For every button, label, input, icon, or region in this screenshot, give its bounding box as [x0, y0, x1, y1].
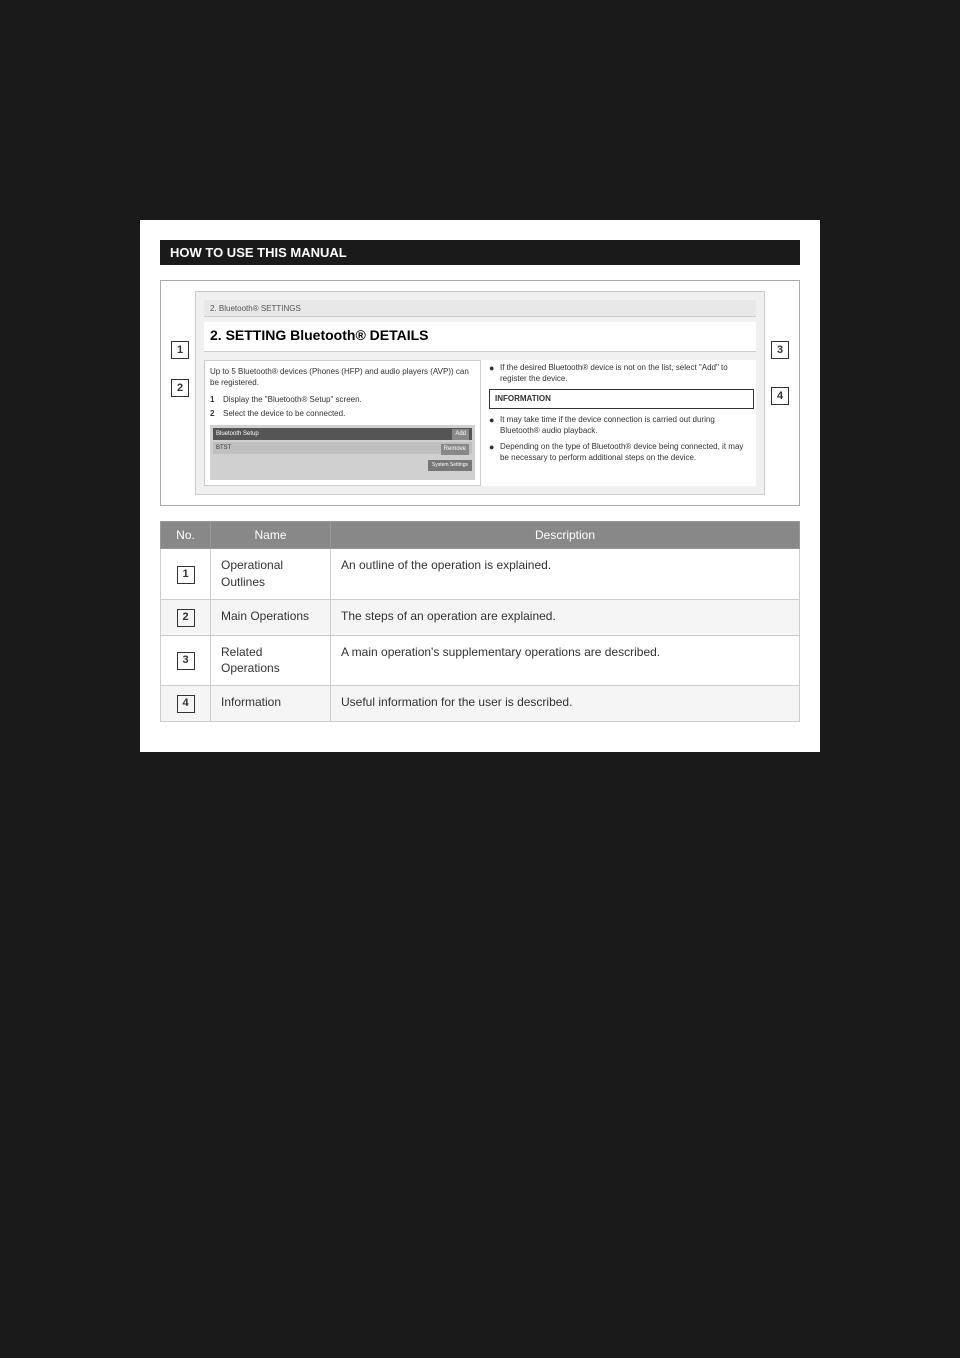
right-bullet-3: ● Depending on the type of Bluetooth® de…: [489, 441, 754, 463]
step-1-num: 1: [210, 394, 220, 406]
screenshot-left-panel: Up to 5 Bluetooth® devices (Phones (HFP)…: [204, 360, 481, 486]
row-2-no: 2: [161, 599, 211, 635]
screenshot-body: Up to 5 Bluetooth® devices (Phones (HFP)…: [204, 360, 756, 486]
row-2-description: The steps of an operation are explained.: [331, 599, 800, 635]
step-2-num: 2: [210, 408, 220, 420]
right-bullet-3-text: Depending on the type of Bluetooth® devi…: [500, 441, 754, 463]
callout-3: 3: [771, 341, 789, 359]
info-table: No. Name Description 1 Operational Outli…: [160, 521, 800, 722]
row-1-description: An outline of the operation is explained…: [331, 549, 800, 600]
callout-2: 2: [171, 379, 189, 397]
number-box-2: 2: [177, 609, 195, 627]
right-bullet-1-text: If the desired Bluetooth® device is not …: [500, 362, 754, 384]
row-1-name: Operational Outlines: [211, 549, 331, 600]
screenshot-heading: 2. SETTING Bluetooth® DETAILS: [204, 322, 756, 352]
right-bullet-2-text: It may take time if the device connectio…: [500, 414, 754, 436]
ui-bar: Bluetooth Setup Add: [213, 428, 472, 440]
col-header-no: No.: [161, 522, 211, 549]
outline-text: Up to 5 Bluetooth® devices (Phones (HFP)…: [210, 366, 475, 388]
number-box-4: 4: [177, 695, 195, 713]
info-label: INFORMATION: [495, 394, 551, 403]
screenshot-steps: 1 Display the "Bluetooth® Setup" screen.…: [210, 394, 475, 420]
row-4-name: Information: [211, 686, 331, 722]
bullet-dot-2: ●: [489, 414, 497, 427]
row-3-no: 3: [161, 635, 211, 686]
callout-4: 4: [771, 387, 789, 405]
right-bullet-2: ● It may take time if the device connect…: [489, 414, 754, 436]
callout-1: 1: [171, 341, 189, 359]
ui-list-row: BTST Remove: [213, 442, 472, 454]
screenshot-heading-text: 2. SETTING Bluetooth® DETAILS: [210, 327, 429, 343]
info-box: INFORMATION: [489, 389, 754, 408]
table-body: 1 Operational Outlines An outline of the…: [161, 549, 800, 722]
step-1-text: Display the "Bluetooth® Setup" screen.: [223, 394, 362, 406]
step-2-text: Select the device to be connected.: [223, 408, 345, 420]
section-header-label: HOW TO USE THIS MANUAL: [170, 245, 347, 260]
ui-sys-btn: System Settings: [428, 460, 472, 471]
ui-sys-settings: System Settings: [213, 457, 472, 471]
bullet-dot-1: ●: [489, 362, 497, 375]
ui-mockup: Bluetooth Setup Add BTST: [210, 425, 475, 480]
table-row: 3 Related Operations A main operation's …: [161, 635, 800, 686]
bullet-dot-3: ●: [489, 441, 497, 454]
row-3-description: A main operation's supplementary operati…: [331, 635, 800, 686]
col-header-name: Name: [211, 522, 331, 549]
step-2-row: 2 Select the device to be connected.: [210, 408, 475, 420]
right-bullet-1: ● If the desired Bluetooth® device is no…: [489, 362, 754, 384]
step-1-row: 1 Display the "Bluetooth® Setup" screen.: [210, 394, 475, 406]
row-1-no: 1: [161, 549, 211, 600]
table-row: 1 Operational Outlines An outline of the…: [161, 549, 800, 600]
screenshot-title-text: 2. Bluetooth® SETTINGS: [210, 304, 301, 313]
screenshot-right-panel: ● If the desired Bluetooth® device is no…: [487, 360, 756, 486]
table-row: 2 Main Operations The steps of an operat…: [161, 599, 800, 635]
callout-right-group: 3 4: [765, 291, 789, 495]
row-4-no: 4: [161, 686, 211, 722]
ui-label: Bluetooth Setup: [216, 430, 259, 438]
col-header-description: Description: [331, 522, 800, 549]
section-header: HOW TO USE THIS MANUAL: [160, 240, 800, 265]
row-3-name: Related Operations: [211, 635, 331, 686]
screenshot-container: 1 2 2. Bluetooth® SETTINGS 2. SETTING Bl…: [160, 280, 800, 506]
callout-left-group: 1 2: [171, 291, 195, 495]
table-row: 4 Information Useful information for the…: [161, 686, 800, 722]
number-box-1: 1: [177, 566, 195, 584]
content-area: HOW TO USE THIS MANUAL 1 2 2. Bluetooth: [140, 220, 820, 752]
number-box-3: 3: [177, 652, 195, 670]
page-container: HOW TO USE THIS MANUAL 1 2 2. Bluetooth: [0, 0, 960, 1358]
screenshot-title-bar: 2. Bluetooth® SETTINGS: [204, 300, 756, 317]
ui-remove-btn: Remove: [441, 444, 469, 454]
screenshot-wrapper: 1 2 2. Bluetooth® SETTINGS 2. SETTING Bl…: [171, 291, 789, 495]
ui-list-item: BTST: [216, 444, 231, 452]
screenshot-image: 2. Bluetooth® SETTINGS 2. SETTING Blueto…: [195, 291, 765, 495]
ui-add-btn: Add: [452, 429, 469, 439]
table-header-row: No. Name Description: [161, 522, 800, 549]
row-4-description: Useful information for the user is descr…: [331, 686, 800, 722]
row-2-name: Main Operations: [211, 599, 331, 635]
